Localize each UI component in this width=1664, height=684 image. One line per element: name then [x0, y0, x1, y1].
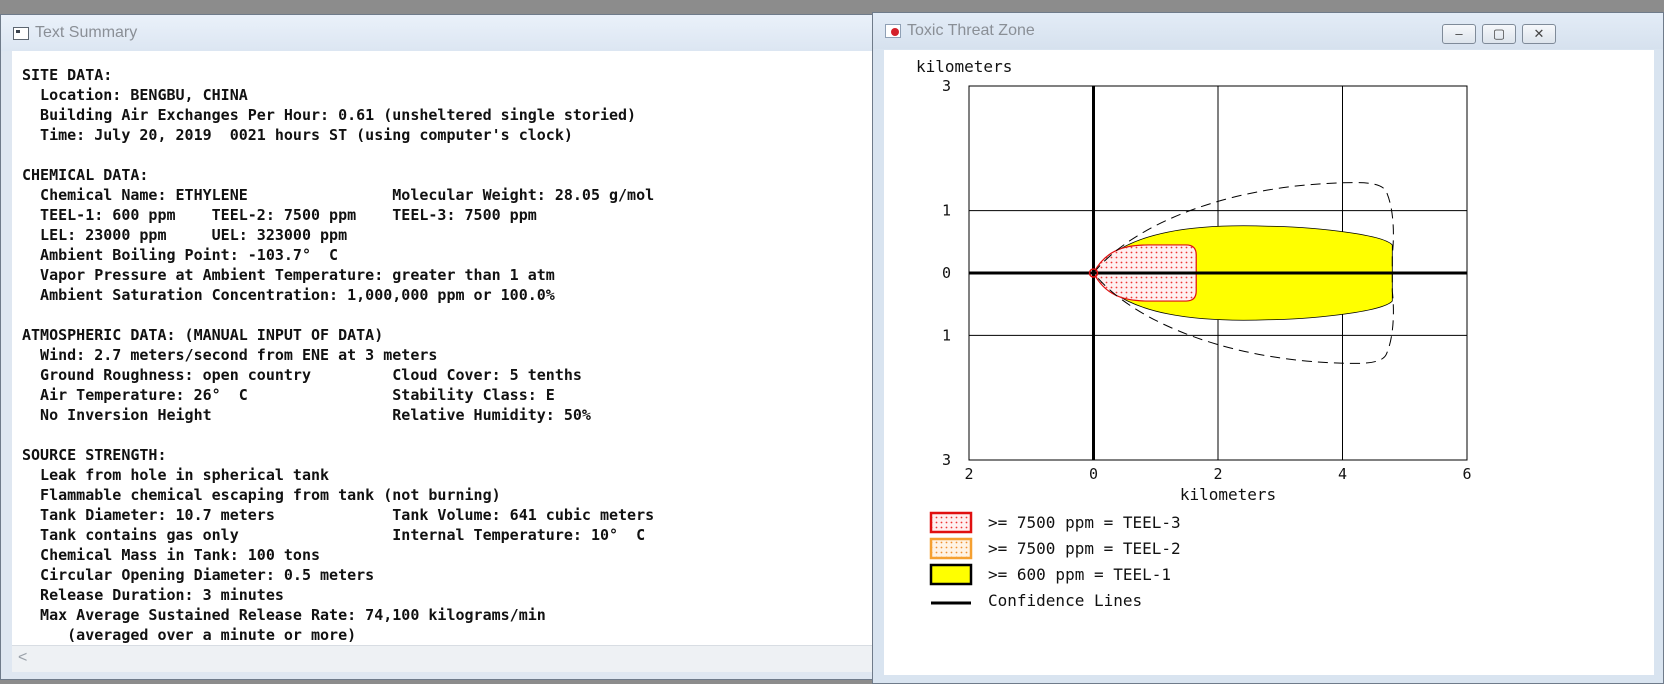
threat-zone-chart: 310132 0 2 4 6kilometerskilometers>= 7500 pp… — [916, 57, 1472, 610]
summary-line: Flammable chemical escaping from tank (n… — [22, 486, 501, 504]
summary-line: Circular Opening Diameter: 0.5 meters — [22, 566, 375, 584]
summary-line: ATMOSPHERIC DATA: (MANUAL INPUT OF DATA) — [22, 326, 384, 344]
x-tick-label: 2 — [964, 465, 973, 483]
legend-label: >= 600 ppm = TEEL-1 — [988, 565, 1171, 584]
text-summary-titlebar[interactable]: Text Summary — [1, 15, 873, 51]
summary-line: Tank contains gas only Internal Temperat… — [22, 526, 646, 544]
summary-line: Ambient Boiling Point: -103.7° C — [22, 246, 339, 264]
close-button[interactable]: ✕ — [1522, 24, 1556, 44]
summary-line: Ambient Saturation Concentration: 1,000,… — [22, 286, 555, 304]
summary-line: Time: July 20, 2019 0021 hours ST (using… — [22, 126, 573, 144]
text-summary-window: Text Summary SITE DATA: Location: BENGBU… — [0, 14, 875, 680]
aloha-app-icon — [885, 24, 901, 38]
summary-line: Air Temperature: 26° C Stability Class: … — [22, 386, 555, 404]
summary-line — [22, 145, 875, 165]
legend-label: Confidence Lines — [988, 591, 1142, 610]
summary-line: No Inversion Height Relative Humidity: 5… — [22, 406, 591, 424]
y-tick-label: 3 — [942, 77, 951, 95]
summary-line: CHEMICAL DATA: — [22, 166, 149, 184]
summary-line: Leak from hole in spherical tank — [22, 466, 330, 484]
x-tick-label: 2 — [1213, 465, 1222, 483]
text-summary-content[interactable]: SITE DATA: Location: BENGBU, CHINA Build… — [12, 51, 875, 645]
x-tick-label: 0 — [1089, 465, 1098, 483]
horizontal-scrollbar[interactable]: < — [12, 645, 875, 672]
summary-text-block: SITE DATA: Location: BENGBU, CHINA Build… — [12, 51, 875, 645]
summary-line: TEEL-1: 600 ppm TEEL-2: 7500 ppm TEEL-3:… — [22, 206, 537, 224]
summary-line: Tank Diameter: 10.7 meters Tank Volume: … — [22, 506, 655, 524]
summary-line: SITE DATA: — [22, 66, 113, 84]
summary-line — [22, 425, 875, 445]
x-tick-label: 6 — [1462, 465, 1471, 483]
summary-line: Vapor Pressure at Ambient Temperature: g… — [22, 266, 555, 284]
summary-line: SOURCE STRENGTH: — [22, 446, 167, 464]
toxic-threat-zone-window: Toxic Threat Zone – ▢ ✕ 3 1 0 1 3 2 0 2 4 6 kilome… — [872, 12, 1664, 684]
summary-line: LEL: 23000 ppm UEL: 323000 ppm — [22, 226, 348, 244]
summary-line: Location: BENGBU, CHINA — [22, 86, 248, 104]
summary-line: Chemical Name: ETHYLENE Molecular Weight… — [22, 186, 655, 204]
summary-line: Building Air Exchanges Per Hour: 0.61 (u… — [22, 106, 637, 124]
legend-label: >= 7500 ppm = TEEL-2 — [988, 539, 1181, 558]
y-tick-label: 0 — [942, 264, 951, 282]
summary-line: Chemical Mass in Tank: 100 tons — [22, 546, 321, 564]
summary-line: Wind: 2.7 meters/second from ENE at 3 me… — [22, 346, 438, 364]
x-axis-label: kilometers — [1180, 485, 1276, 504]
summary-line: Ground Roughness: open country Cloud Cov… — [22, 366, 582, 384]
minimize-button[interactable]: – — [1442, 24, 1476, 44]
legend-swatch — [929, 511, 973, 534]
legend-swatch — [929, 563, 973, 586]
maximize-button[interactable]: ▢ — [1482, 24, 1516, 44]
threat-zone-plot-area: 3 1 0 1 3 2 0 2 4 6 kilometers kilometers >= 7500 pp… — [884, 50, 1654, 675]
threat-zone-title: Toxic Threat Zone — [907, 22, 1035, 39]
y-axis-label: kilometers — [916, 57, 1012, 76]
summary-line: Max Average Sustained Release Rate: 74,1… — [22, 606, 546, 624]
document-icon — [13, 26, 29, 40]
y-tick-label: 1 — [942, 202, 951, 220]
scroll-left-arrow-icon[interactable]: < — [18, 649, 27, 667]
y-tick-label: 1 — [942, 326, 951, 344]
y-tick-label: 3 — [942, 451, 951, 469]
legend-label: >= 7500 ppm = TEEL-3 — [988, 513, 1181, 532]
summary-line: Release Duration: 3 minutes — [22, 586, 284, 604]
x-tick-label: 4 — [1338, 465, 1347, 483]
legend-swatch — [929, 537, 973, 560]
summary-line: (averaged over a minute or more) — [22, 626, 357, 644]
summary-line — [22, 305, 875, 325]
text-summary-title: Text Summary — [35, 24, 138, 41]
